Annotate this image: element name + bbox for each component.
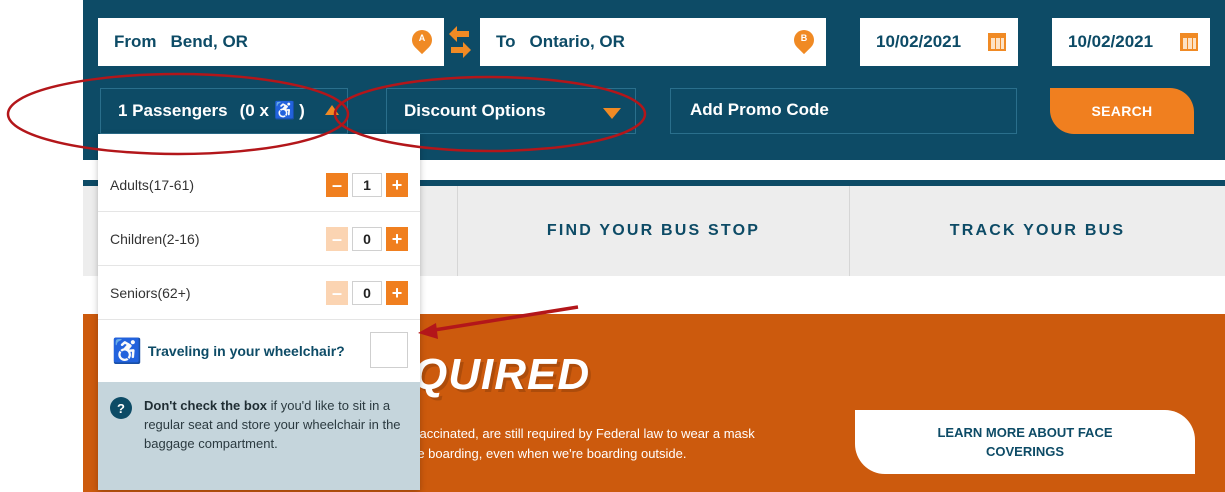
map-pin-b-icon: B (789, 25, 819, 55)
to-label: To (496, 32, 516, 51)
quantity-stepper: – 0 + (326, 281, 408, 305)
to-field[interactable]: To Ontario, OR B (480, 18, 826, 66)
caret-down-icon (603, 108, 621, 119)
depart-date-field[interactable]: 10/02/2021 (860, 18, 1018, 66)
wheelchair-icon: ♿ (112, 337, 142, 365)
to-value: Ontario, OR (529, 32, 625, 51)
caret-up-icon (325, 105, 339, 115)
passengers-dropdown-toggle[interactable]: 1 Passengers (0 x ♿ ) (100, 88, 348, 134)
wheelchair-count-close: ) (299, 101, 305, 120)
return-date-value: 10/02/2021 (1068, 32, 1154, 51)
return-date-field[interactable]: 10/02/2021 (1052, 18, 1210, 66)
quantity-value: 0 (352, 281, 382, 305)
nav-tab-track-bus[interactable]: TRACK YOUR BUS (850, 186, 1225, 276)
passenger-type-label: Children(2-16) (110, 230, 200, 247)
calendar-icon[interactable] (1180, 33, 1198, 51)
promo-code-field[interactable]: Add Promo Code (670, 88, 1017, 134)
banner-text-line: vaccinated, are still required by Federa… (413, 426, 755, 441)
quantity-stepper: – 0 + (326, 227, 408, 251)
quantity-value: 0 (352, 227, 382, 251)
map-pin-a-icon: A (407, 25, 437, 55)
help-icon: ? (110, 397, 132, 419)
increment-button[interactable]: + (386, 281, 408, 305)
decrement-button[interactable]: – (326, 281, 348, 305)
from-label: From (114, 32, 157, 51)
info-bold-text: Don't check the box (144, 398, 267, 413)
passengers-count-label: 1 Passengers (118, 101, 228, 120)
swap-arrows-icon[interactable] (447, 24, 473, 60)
search-button[interactable]: SEARCH (1050, 88, 1194, 134)
passenger-dropdown-panel: Adults(17-61) – 1 + Children(2-16) – 0 +… (98, 134, 420, 490)
passenger-row-adults: Adults(17-61) – 1 + (98, 158, 420, 212)
decrement-button[interactable]: – (326, 227, 348, 251)
passenger-row-seniors: Seniors(62+) – 0 + (98, 266, 420, 320)
wheelchair-question: Traveling in your wheelchair? (147, 343, 345, 359)
nav-tab-find-bus-stop[interactable]: FIND YOUR BUS STOP (457, 186, 850, 276)
quantity-value: 1 (352, 173, 382, 197)
increment-button[interactable]: + (386, 173, 408, 197)
wheelchair-checkbox[interactable] (370, 332, 408, 368)
wheelchair-icon: ♿ (273, 101, 296, 120)
wheelchair-option-row: ♿ Traveling in your wheelchair? (98, 320, 420, 382)
discount-options-dropdown[interactable]: Discount Options (386, 88, 636, 134)
passenger-type-label: Adults(17-61) (110, 176, 195, 193)
passenger-row-children: Children(2-16) – 0 + (98, 212, 420, 266)
wheelchair-count-open: (0 x (239, 101, 269, 120)
from-value: Bend, OR (170, 32, 248, 51)
banner-text: vaccinated, are still required by Federa… (413, 424, 843, 464)
depart-date-value: 10/02/2021 (876, 32, 962, 51)
calendar-icon[interactable] (988, 33, 1006, 51)
promo-code-label: Add Promo Code (690, 100, 829, 119)
wheelchair-info-box: ? Don't check the box if you'd like to s… (98, 382, 420, 490)
banner-text-line: re boarding, even when we're boarding ou… (413, 446, 687, 461)
from-field[interactable]: From Bend, OR A (98, 18, 444, 66)
passenger-type-label: Seniors(62+) (110, 284, 191, 301)
quantity-stepper: – 1 + (326, 173, 408, 197)
banner-heading: QUIRED (413, 350, 591, 399)
increment-button[interactable]: + (386, 227, 408, 251)
learn-more-face-coverings-button[interactable]: LEARN MORE ABOUT FACE COVERINGS (855, 410, 1195, 474)
discount-options-label: Discount Options (404, 101, 546, 120)
decrement-button[interactable]: – (326, 173, 348, 197)
